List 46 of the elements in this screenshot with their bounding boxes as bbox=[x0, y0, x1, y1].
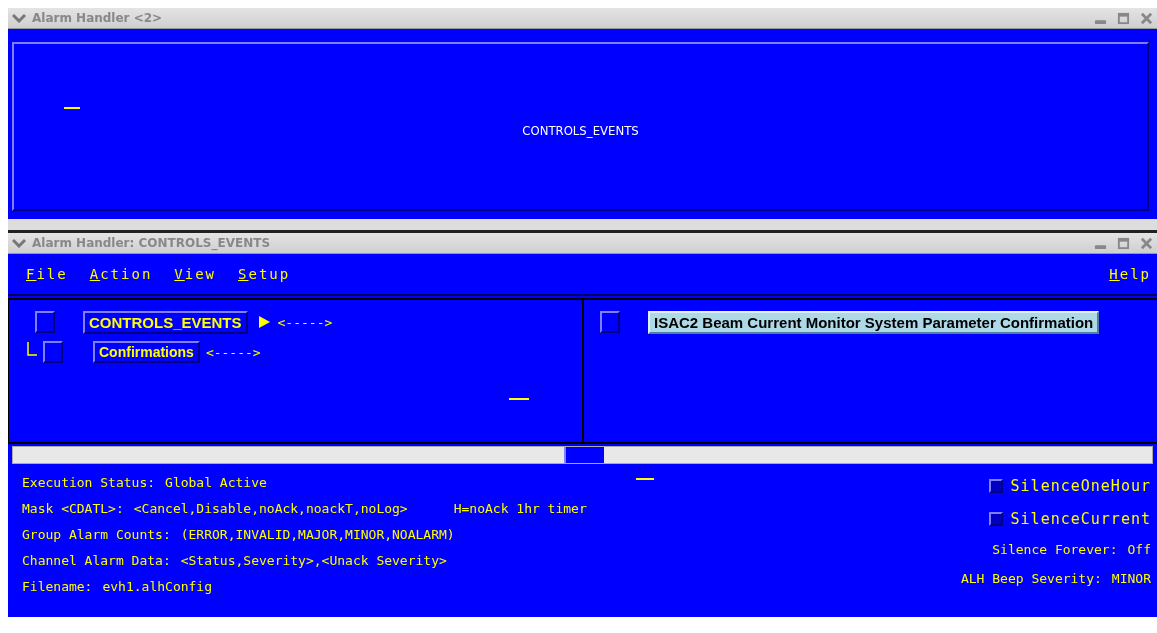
checkbox-label[interactable]: SilenceOneHour bbox=[1010, 476, 1151, 495]
alarm-counts: <-----> bbox=[205, 344, 261, 360]
group-label[interactable]: CONTROLS_EVENTS bbox=[522, 123, 639, 138]
menu-item[interactable]: File bbox=[26, 266, 68, 282]
chevron-icon[interactable] bbox=[12, 238, 26, 248]
dash-mark bbox=[509, 398, 529, 400]
tree-connector-icon bbox=[27, 342, 37, 356]
status-value: <Status,Severity>,<Unack Severity> bbox=[180, 552, 447, 568]
scroll-thumb[interactable] bbox=[564, 447, 604, 463]
group-label[interactable]: CONTROLS_EVENTS bbox=[83, 310, 248, 334]
maximize-icon[interactable] bbox=[1117, 11, 1130, 25]
setting-label: Silence Forever: bbox=[992, 542, 1118, 557]
silence-box[interactable] bbox=[43, 341, 63, 363]
status-label: Group Alarm Counts: bbox=[22, 526, 171, 542]
setting-label: ALH Beep Severity: bbox=[960, 571, 1102, 586]
group-label[interactable]: Confirmations bbox=[93, 341, 200, 363]
status-value: <Cancel,Disable,noAck,noackT,noLog> bbox=[133, 500, 408, 516]
status-value: Global Active bbox=[165, 474, 267, 490]
checkbox[interactable] bbox=[988, 478, 1003, 493]
setting-value: Off bbox=[1127, 542, 1151, 557]
status-note: H=noAck 1hr timer bbox=[453, 500, 587, 516]
dash-mark bbox=[636, 478, 654, 480]
status-value: evh1.alhConfig bbox=[102, 578, 213, 594]
menu-item[interactable]: Setup bbox=[238, 266, 291, 282]
checkbox[interactable] bbox=[988, 511, 1003, 526]
scrollbar[interactable] bbox=[12, 446, 1153, 464]
channel-label[interactable]: ISAC2 Beam Current Monitor System Parameter Confirmation bbox=[648, 310, 1100, 334]
dash-mark bbox=[64, 107, 80, 109]
status-label: Execution Status: bbox=[22, 474, 156, 490]
status-label: Channel Alarm Data: bbox=[22, 552, 171, 568]
close-icon[interactable] bbox=[1140, 236, 1153, 250]
close-icon[interactable] bbox=[1140, 11, 1153, 25]
setting-value: MINOR bbox=[1111, 571, 1151, 586]
menu-item[interactable]: Help bbox=[1109, 266, 1151, 282]
chevron-icon[interactable] bbox=[12, 13, 26, 23]
window-title: Alarm Handler: CONTROLS_EVENTS bbox=[32, 236, 271, 250]
maximize-icon[interactable] bbox=[1117, 236, 1130, 250]
silence-box[interactable] bbox=[35, 311, 55, 333]
silence-box[interactable] bbox=[600, 311, 620, 333]
menu-item[interactable]: Action bbox=[89, 266, 153, 282]
status-value: (ERROR,INVALID,MAJOR,MINOR,NOALARM) bbox=[180, 526, 455, 542]
status-label: Mask <CDATL>: bbox=[22, 500, 124, 516]
status-label: Filename: bbox=[22, 578, 93, 594]
checkbox-label[interactable]: SilenceCurrent bbox=[1010, 509, 1151, 528]
alarm-counts: <-----> bbox=[277, 314, 333, 330]
window-title: Alarm Handler <2> bbox=[32, 11, 163, 25]
